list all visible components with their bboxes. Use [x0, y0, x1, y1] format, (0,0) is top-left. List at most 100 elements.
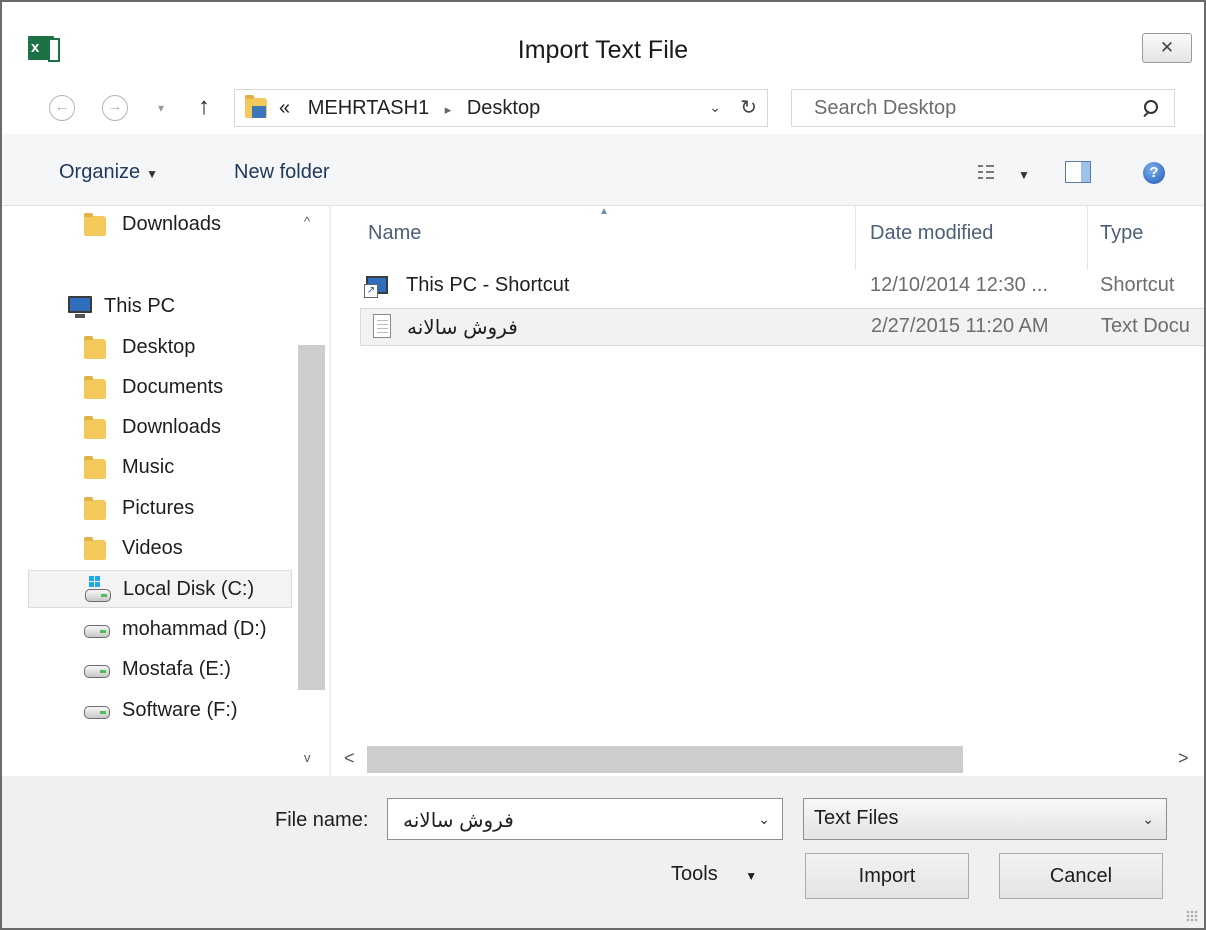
file-name-value[interactable]: فروش سالانه [403, 808, 514, 833]
chevron-down-icon: ▾ [158, 101, 165, 115]
scroll-right-icon[interactable]: > [1178, 748, 1189, 769]
scroll-down-icon[interactable]: v [304, 750, 311, 765]
text-document-icon [373, 314, 391, 338]
computer-icon [68, 296, 92, 318]
import-button[interactable]: Import [805, 853, 969, 899]
nav-item-label: Mostafa (E:) [122, 658, 231, 680]
refresh-icon: ↻ [740, 97, 757, 119]
chevron-down-icon: ⌄ [709, 99, 721, 115]
breadcrumb-item-computer[interactable]: MEHRTASH1 [308, 97, 430, 119]
title-bar: x Import Text File ✕ [2, 2, 1204, 84]
column-divider[interactable] [855, 206, 856, 270]
shortcut-icon [364, 276, 388, 298]
recent-locations-button[interactable]: ▾ [158, 101, 164, 115]
refresh-button[interactable]: ↻ [740, 95, 757, 120]
column-header-date-modified[interactable]: Date modified [870, 222, 993, 245]
nav-item-label: Downloads [122, 213, 221, 235]
address-dropdown-button[interactable]: ⌄ [709, 99, 721, 116]
address-row: ← → ▾ ↑ « MEHRTASH1 ▸ Desktop ⌄ ↻ Search… [2, 84, 1204, 134]
search-icon[interactable] [1142, 100, 1158, 116]
nav-item-drive-d[interactable]: mohammad (D:) [80, 611, 300, 649]
forward-button[interactable]: → [102, 95, 128, 121]
file-type: Text Docu [1101, 315, 1190, 337]
file-name: This PC - Shortcut [406, 274, 570, 296]
sort-ascending-icon: ▲ [599, 206, 609, 217]
tools-label: Tools [671, 863, 718, 885]
file-list[interactable]: ▲ Name Date modified Type This PC - Shor… [331, 206, 1204, 776]
nav-item-label: Documents [122, 376, 224, 398]
nav-item-drive-f[interactable]: Software (F:) [80, 692, 300, 730]
close-button[interactable]: ✕ [1142, 33, 1192, 63]
up-button[interactable]: ↑ [198, 93, 210, 121]
preview-pane-icon[interactable] [1065, 161, 1091, 183]
back-button[interactable]: ← [49, 95, 75, 121]
file-row-annual-sales[interactable]: فروش سالانه 2/27/2015 11:20 AM Text Docu [360, 308, 1204, 346]
breadcrumb-item-desktop[interactable]: Desktop [467, 97, 540, 119]
nav-item-label: Desktop [122, 336, 196, 358]
help-icon[interactable]: ? [1143, 162, 1165, 184]
column-header-name[interactable]: Name [368, 222, 421, 245]
nav-item-this-pc[interactable]: This PC [56, 288, 296, 326]
file-name-field[interactable]: فروش سالانه ⌄ [387, 798, 783, 840]
nav-item-desktop[interactable]: Desktop [80, 329, 300, 367]
file-date: 2/27/2015 11:20 AM [871, 315, 1049, 337]
change-view-button[interactable] [978, 163, 1020, 183]
command-bar: Organize ▼ New folder ▼ ? [2, 134, 1204, 206]
file-list-scroll-thumb[interactable] [367, 746, 963, 773]
navigation-pane[interactable]: Downloads This PC Desktop Documents Down… [2, 206, 329, 776]
chevron-down-icon: ⌄ [1142, 811, 1154, 827]
breadcrumb-separator-icon[interactable]: ▸ [445, 102, 452, 117]
pictures-folder-icon [84, 497, 106, 520]
nav-item-downloads[interactable]: Downloads [80, 409, 300, 447]
music-folder-icon [84, 456, 106, 479]
dialog-title: Import Text File [517, 36, 689, 64]
organize-label: Organize [59, 161, 141, 183]
nav-pane-scroll-thumb[interactable] [298, 345, 325, 690]
nav-item-label: mohammad (D:) [122, 618, 267, 640]
windows-drive-icon [89, 576, 101, 588]
caret-down-icon: ▼ [745, 869, 758, 883]
nav-item-label: Videos [122, 537, 183, 559]
nav-item-label: Pictures [122, 497, 195, 519]
nav-item-pictures[interactable]: Pictures [80, 490, 300, 528]
file-row-this-pc-shortcut[interactable]: This PC - Shortcut 12/10/2014 12:30 ... … [360, 268, 1204, 306]
videos-folder-icon [84, 537, 106, 560]
scroll-up-icon[interactable]: ^ [304, 214, 310, 229]
forward-arrow-icon: → [107, 98, 123, 115]
search-box[interactable]: Search Desktop [791, 89, 1175, 127]
nav-item-videos[interactable]: Videos [80, 530, 300, 568]
resize-grip[interactable] [1186, 910, 1198, 922]
nav-item-label: This PC [104, 295, 176, 317]
chevron-down-icon[interactable]: ⌄ [758, 811, 770, 828]
breadcrumb-overflow[interactable]: « [279, 97, 290, 119]
drive-icon [85, 589, 111, 602]
nav-item-documents[interactable]: Documents [80, 369, 300, 407]
cancel-button[interactable]: Cancel [999, 853, 1163, 899]
new-folder-button[interactable]: New folder [234, 161, 330, 184]
nav-item-label: Software (F:) [122, 699, 238, 721]
file-type: Shortcut [1100, 274, 1175, 296]
organize-button[interactable]: Organize ▼ [59, 161, 158, 184]
downloads-folder-icon [84, 416, 106, 439]
drive-icon [84, 625, 110, 638]
nav-item-drive-e[interactable]: Mostafa (E:) [80, 651, 300, 689]
column-divider[interactable] [1087, 206, 1088, 270]
column-header-type[interactable]: Type [1100, 222, 1143, 245]
address-bar[interactable]: « MEHRTASH1 ▸ Desktop ⌄ ↻ [234, 89, 768, 127]
nav-item-local-disk-c[interactable]: Local Disk (C:) [28, 570, 292, 608]
nav-item-downloads[interactable]: Downloads [80, 206, 300, 244]
desktop-folder-icon [84, 336, 106, 359]
file-name-label: File name: [275, 809, 369, 831]
nav-item-label: Local Disk (C:) [123, 578, 255, 600]
back-arrow-icon: ← [54, 98, 70, 115]
up-arrow-icon: ↑ [198, 93, 210, 120]
drive-icon [84, 706, 110, 719]
caret-down-icon: ▼ [146, 167, 159, 181]
scroll-left-icon[interactable]: < [344, 748, 355, 769]
nav-item-music[interactable]: Music [80, 449, 300, 487]
tools-button[interactable]: Tools ▼ [671, 863, 757, 886]
view-options-icon[interactable]: ▼ [1018, 168, 1030, 182]
import-text-file-dialog: x Import Text File ✕ ← → ▾ ↑ « MEHRTASH1… [0, 0, 1206, 930]
search-input[interactable]: Search Desktop [814, 97, 956, 120]
file-type-select[interactable]: Text Files ⌄ [803, 798, 1167, 840]
